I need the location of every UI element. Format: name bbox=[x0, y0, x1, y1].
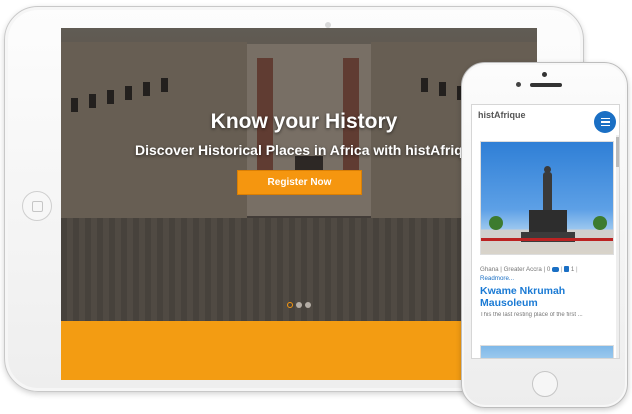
hero-subtitle: Discover Historical Places in Africa wit… bbox=[135, 142, 480, 158]
place-location: Ghana | Greater Accra | bbox=[480, 266, 547, 273]
comment-count: 0 bbox=[546, 266, 551, 273]
carousel-dot[interactable] bbox=[305, 302, 311, 308]
hamburger-icon[interactable] bbox=[594, 111, 616, 133]
carousel-dot[interactable] bbox=[296, 302, 302, 308]
phone-speaker bbox=[530, 83, 562, 87]
comment-icon[interactable] bbox=[552, 266, 560, 272]
register-button[interactable]: Register Now bbox=[237, 170, 362, 195]
next-place-photo[interactable] bbox=[480, 345, 614, 358]
scrollbar[interactable] bbox=[616, 135, 619, 358]
scrollbar-thumb[interactable] bbox=[616, 137, 619, 167]
phone-sensor bbox=[516, 82, 521, 87]
place-photo[interactable] bbox=[480, 141, 614, 255]
like-count: 1 bbox=[570, 266, 575, 273]
app-brand[interactable]: histAfrique bbox=[478, 110, 526, 120]
place-title[interactable]: Kwame Nkrumah Mausoleum bbox=[480, 285, 612, 309]
thumbs-up-icon[interactable] bbox=[564, 266, 570, 273]
place-description: This the last resting place of the first… bbox=[480, 312, 583, 318]
carousel-indicators bbox=[287, 302, 311, 308]
place-meta: Ghana | Greater Accra | 0 | 1 | Readmore… bbox=[480, 266, 578, 282]
device-mockup: Know your History Discover Historical Pl… bbox=[0, 0, 632, 414]
read-more-link[interactable]: Readmore... bbox=[480, 275, 514, 282]
phone-home-button bbox=[532, 371, 558, 397]
phone-camera bbox=[542, 72, 547, 77]
phone-device: histAfrique Ghana | Greater Accra | 0 | … bbox=[461, 62, 628, 408]
carousel-dot[interactable] bbox=[287, 302, 293, 308]
tablet-home-button bbox=[22, 191, 52, 221]
phone-screen: histAfrique Ghana | Greater Accra | 0 | … bbox=[471, 104, 620, 359]
